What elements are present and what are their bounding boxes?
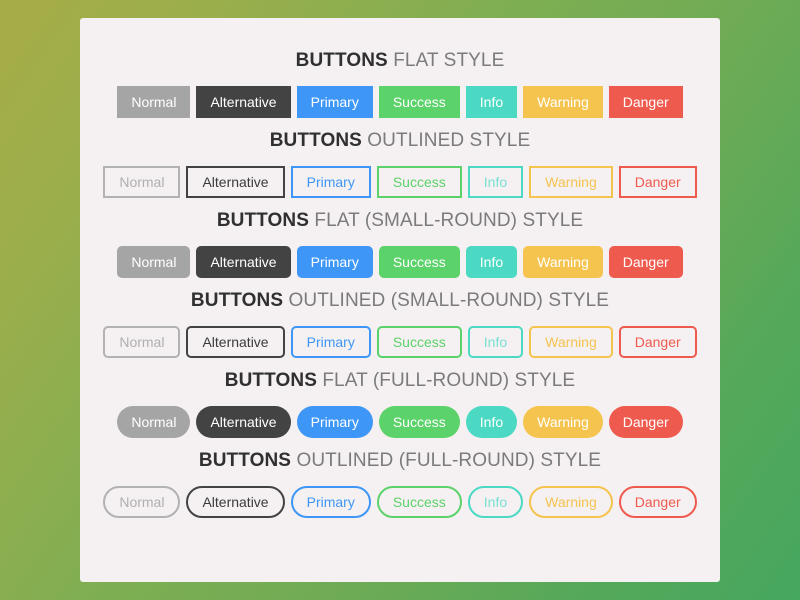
button-normal[interactable]: Normal [103,326,181,358]
section-title: BUTTONS FLAT (FULL-ROUND) STYLE [80,370,720,392]
button-info[interactable]: Info [465,246,518,278]
section-title-rest: FLAT STYLE [387,50,505,71]
section-title: BUTTONS OUTLINED (SMALL-ROUND) STYLE [80,290,720,312]
section-title-strong: BUTTONS [216,210,309,231]
section-title-rest: OUTLINED (FULL-ROUND) STYLE [291,450,602,471]
button-normal[interactable]: Normal [117,406,191,438]
button-info[interactable]: Info [465,406,518,438]
button-info[interactable]: Info [467,326,524,358]
button-row: Normal Alternative Primary Success Info Warni… [80,406,720,438]
button-danger[interactable]: Danger [618,486,697,518]
button-section: BUTTONS FLAT (FULL-ROUND) STYLE Normal Alt… [80,358,720,438]
button-row: Normal Alternative Primary Success Info Warni… [80,86,720,118]
section-title-rest: OUTLINED STYLE [361,130,531,151]
buttons-showcase-card: BUTTONS FLAT STYLE Normal Alternative Prima… [80,18,720,582]
section-title: BUTTONS OUTLINED (FULL-ROUND) STYLE [80,450,720,472]
button-info[interactable]: Info [467,166,524,198]
button-success[interactable]: Success [376,166,462,198]
button-alternative[interactable]: Alternative [186,486,285,518]
button-row: Normal Alternative Primary Success Info Warni… [80,326,720,358]
button-primary[interactable]: Primary [290,166,371,198]
button-section: BUTTONS FLAT (SMALL-ROUND) STYLE Normal Al… [80,198,720,278]
button-primary[interactable]: Primary [296,86,373,118]
button-alternative[interactable]: Alternative [196,86,291,118]
button-danger[interactable]: Danger [608,246,683,278]
button-normal[interactable]: Normal [103,486,181,518]
button-danger[interactable]: Danger [608,406,683,438]
button-info[interactable]: Info [465,86,518,118]
button-section: BUTTONS OUTLINED (FULL-ROUND) STYLE Norma… [80,438,720,518]
button-primary[interactable]: Primary [296,406,373,438]
button-section: BUTTONS OUTLINED STYLE Normal Alternative P… [80,118,720,198]
button-danger[interactable]: Danger [608,86,683,118]
section-title: BUTTONS FLAT (SMALL-ROUND) STYLE [80,210,720,232]
button-success[interactable]: Success [376,486,462,518]
button-row: Normal Alternative Primary Success Info Warni… [80,246,720,278]
button-danger[interactable]: Danger [618,166,697,198]
section-title-rest: OUTLINED (SMALL-ROUND) STYLE [283,290,610,311]
button-warning[interactable]: Warning [523,246,603,278]
button-section: BUTTONS OUTLINED (SMALL-ROUND) STYLE Norm… [80,278,720,358]
button-normal[interactable]: Normal [117,246,191,278]
button-alternative[interactable]: Alternative [186,326,285,358]
button-primary[interactable]: Primary [296,246,373,278]
button-normal[interactable]: Normal [103,166,181,198]
button-success[interactable]: Success [378,246,460,278]
button-warning[interactable]: Warning [523,406,603,438]
button-warning[interactable]: Warning [529,166,613,198]
button-alternative[interactable]: Alternative [196,406,291,438]
button-danger[interactable]: Danger [618,326,697,358]
button-info[interactable]: Info [467,486,524,518]
section-title-strong: BUTTONS [198,450,292,471]
button-warning[interactable]: Warning [529,326,613,358]
button-success[interactable]: Success [376,326,462,358]
button-alternative[interactable]: Alternative [196,246,291,278]
button-row: Normal Alternative Primary Success Info Warni… [80,166,720,198]
section-title-rest: FLAT (FULL-ROUND) STYLE [316,370,576,391]
section-title-strong: BUTTONS [224,370,317,391]
button-warning[interactable]: Warning [529,486,613,518]
button-row: Normal Alternative Primary Success Info Warni… [80,486,720,518]
button-primary[interactable]: Primary [290,486,371,518]
section-title: BUTTONS OUTLINED STYLE [80,130,720,152]
button-section: BUTTONS FLAT STYLE Normal Alternative Prima… [80,38,720,118]
button-alternative[interactable]: Alternative [186,166,285,198]
button-success[interactable]: Success [378,406,460,438]
section-title: BUTTONS FLAT STYLE [80,50,720,72]
button-normal[interactable]: Normal [117,86,191,118]
section-title-strong: BUTTONS [295,50,388,71]
button-success[interactable]: Success [378,86,460,118]
button-primary[interactable]: Primary [290,326,371,358]
section-title-strong: BUTTONS [269,130,362,151]
section-title-rest: FLAT (SMALL-ROUND) STYLE [309,210,584,231]
button-warning[interactable]: Warning [523,86,603,118]
section-title-strong: BUTTONS [190,290,284,311]
